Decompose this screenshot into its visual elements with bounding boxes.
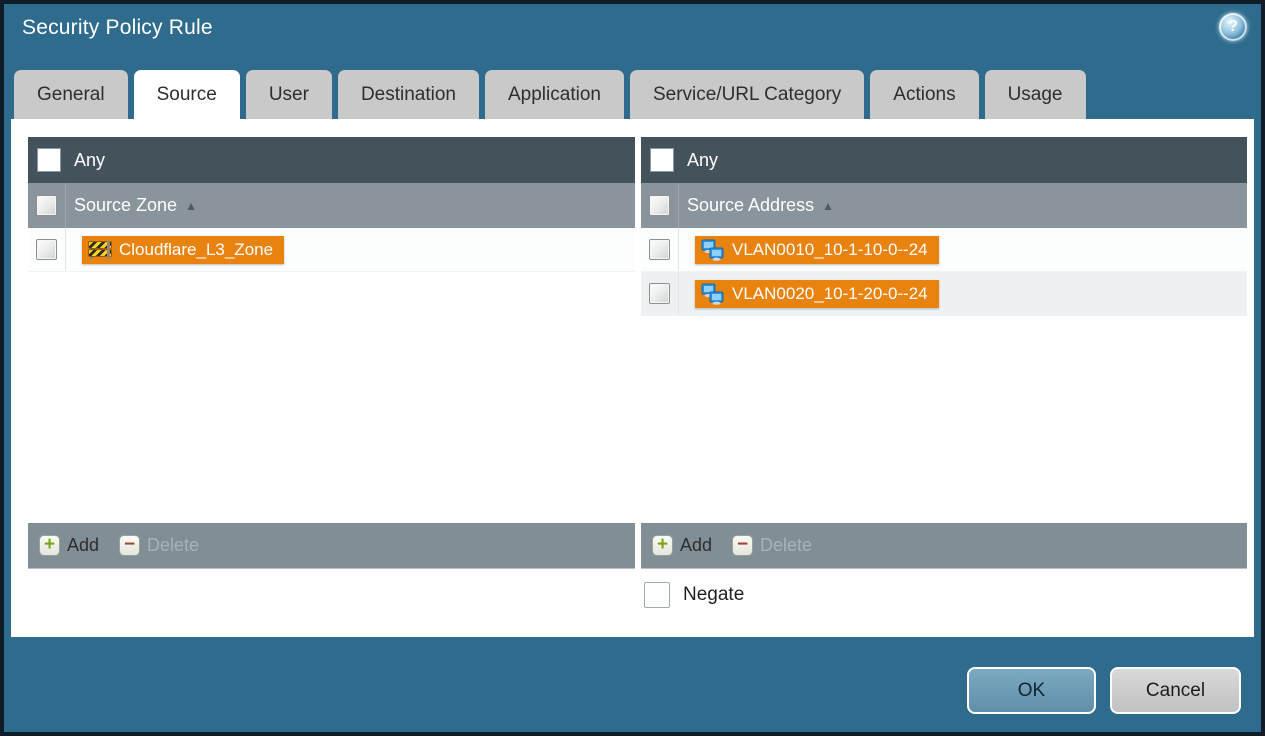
delete-icon: − xyxy=(119,535,141,556)
source-address-any-checkbox[interactable] xyxy=(650,148,674,172)
table-row: VLAN0020_10-1-20-0--24 xyxy=(641,272,1247,316)
network-hosts-icon xyxy=(701,283,724,305)
zone-tag[interactable]: Cloudflare_L3_Zone xyxy=(82,235,285,264)
source-address-column-label[interactable]: Source Address xyxy=(687,195,814,216)
tab-actions[interactable]: Actions xyxy=(870,70,979,119)
network-hosts-icon xyxy=(701,239,724,261)
zone-tag-label: Cloudflare_L3_Zone xyxy=(119,239,274,259)
tab-service-url-category[interactable]: Service/URL Category xyxy=(629,70,865,119)
negate-checkbox[interactable] xyxy=(644,582,670,608)
address-tag[interactable]: VLAN0010_10-1-10-0--24 xyxy=(695,235,939,264)
add-label: Add xyxy=(67,535,100,555)
source-address-select-all-checkbox[interactable] xyxy=(649,195,670,216)
table-row: VLAN0010_10-1-10-0--24 xyxy=(641,228,1247,272)
add-label: Add xyxy=(680,535,713,555)
add-icon: + xyxy=(652,535,673,556)
source-zone-column-header: Source Zone ▲ xyxy=(28,183,635,228)
source-zone-footer: + Add − Delete xyxy=(28,523,635,568)
tab-general[interactable]: General xyxy=(14,70,128,119)
source-address-footer: + Add − Delete xyxy=(641,523,1247,568)
delete-zone-button[interactable]: − Delete xyxy=(119,535,199,556)
tab-content: Any Source Zone ▲ Cloudflare_L3_Zone + A… xyxy=(11,119,1254,637)
address-tag-label: VLAN0010_10-1-10-0--24 xyxy=(732,239,928,259)
tab-usage[interactable]: Usage xyxy=(984,70,1086,119)
source-zone-any-checkbox[interactable] xyxy=(37,148,61,172)
table-row: Cloudflare_L3_Zone xyxy=(28,228,635,272)
row-checkbox[interactable] xyxy=(649,283,670,304)
help-glyph: ? xyxy=(1228,18,1238,35)
delete-label: Delete xyxy=(147,535,200,555)
add-zone-button[interactable]: + Add xyxy=(39,535,99,556)
sort-asc-icon[interactable]: ▲ xyxy=(822,199,834,213)
source-address-any-label: Any xyxy=(687,149,719,170)
tab-bar: General Source User Destination Applicat… xyxy=(14,70,1086,119)
source-address-any-row: Any xyxy=(641,137,1247,183)
source-zone-column-label[interactable]: Source Zone xyxy=(74,195,177,216)
source-zone-any-label: Any xyxy=(74,149,106,170)
sort-asc-icon[interactable]: ▲ xyxy=(185,199,197,213)
tab-source[interactable]: Source xyxy=(133,70,240,119)
ok-button[interactable]: OK xyxy=(967,667,1096,714)
tab-destination[interactable]: Destination xyxy=(337,70,479,119)
negate-option: Negate xyxy=(644,582,744,608)
row-checkbox[interactable] xyxy=(36,239,57,260)
address-tag[interactable]: VLAN0020_10-1-20-0--24 xyxy=(695,279,939,308)
address-tag-label: VLAN0020_10-1-20-0--24 xyxy=(732,283,928,303)
tab-application[interactable]: Application xyxy=(485,70,624,119)
tab-user[interactable]: User xyxy=(245,70,332,119)
source-zone-select-all-checkbox[interactable] xyxy=(36,195,57,216)
delete-label: Delete xyxy=(760,535,813,555)
add-address-button[interactable]: + Add xyxy=(652,535,712,556)
source-address-panel: Any Source Address ▲ VLAN0010_10-1-10-0-… xyxy=(641,137,1247,569)
dialog-title: Security Policy Rule xyxy=(22,16,213,39)
source-zone-list: Cloudflare_L3_Zone xyxy=(28,228,635,523)
source-zone-panel: Any Source Zone ▲ Cloudflare_L3_Zone + A… xyxy=(28,137,635,569)
delete-icon: − xyxy=(732,535,754,556)
source-address-column-header: Source Address ▲ xyxy=(641,183,1247,228)
security-policy-rule-dialog: Security Policy Rule ? General Source Us… xyxy=(0,0,1265,736)
cancel-button[interactable]: Cancel xyxy=(1110,667,1241,714)
add-icon: + xyxy=(39,535,60,556)
source-address-list: VLAN0010_10-1-10-0--24 VLAN0020_10-1-20-… xyxy=(641,228,1247,523)
delete-address-button[interactable]: − Delete xyxy=(732,535,812,556)
zone-barrier-icon xyxy=(88,240,112,259)
source-zone-any-row: Any xyxy=(28,137,635,183)
negate-label: Negate xyxy=(683,584,745,605)
row-checkbox[interactable] xyxy=(649,239,670,260)
help-icon[interactable]: ? xyxy=(1219,13,1247,41)
